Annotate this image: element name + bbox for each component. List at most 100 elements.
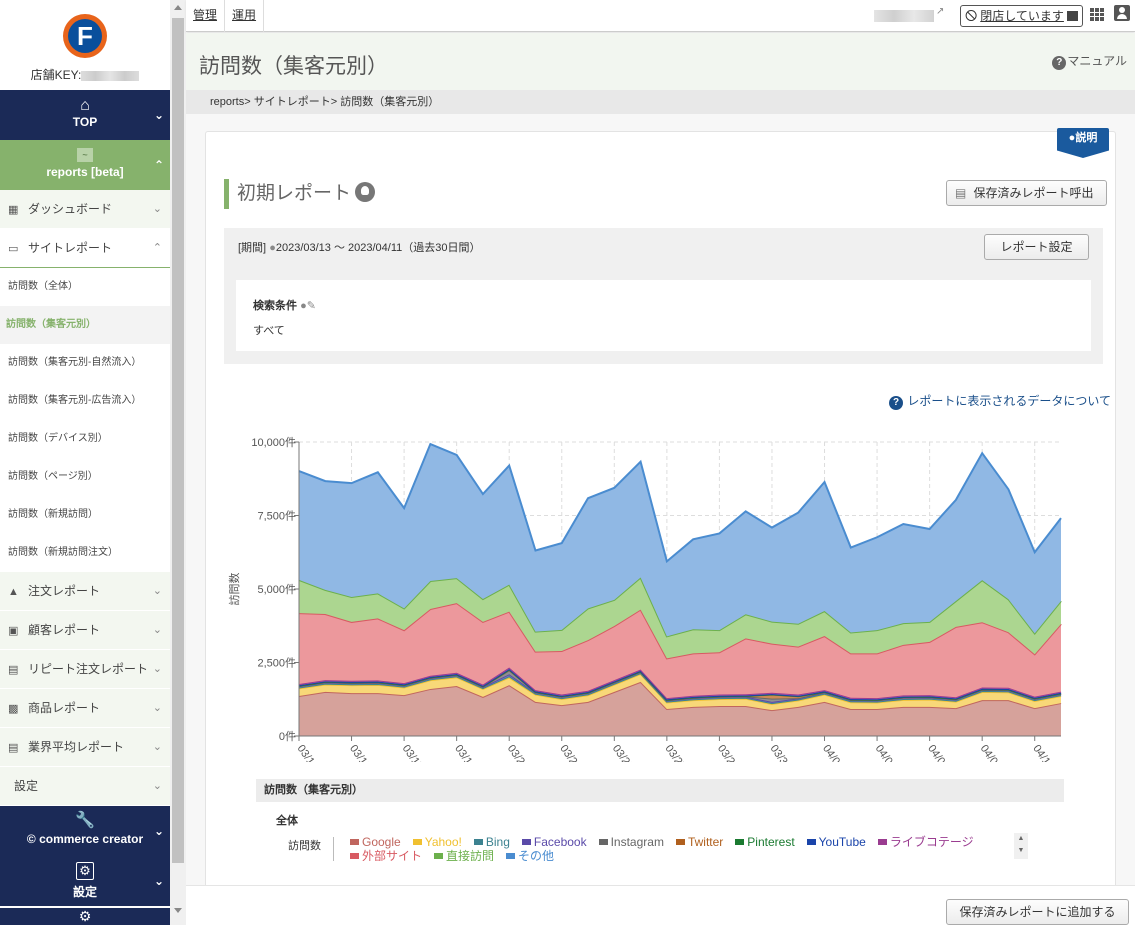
clipboard-icon: ▤ — [8, 664, 19, 676]
sub-item-visits-device[interactable]: 訪問数（デバイス別） — [0, 420, 170, 458]
nav-commerce-creator[interactable]: 🔧 © commerce creator ⌄ — [0, 806, 170, 856]
legend-item[interactable]: YouTube — [806, 835, 866, 849]
lightbulb-icon: ● — [269, 242, 276, 254]
chevron-down-icon: ⌄ — [153, 824, 164, 838]
nav-more[interactable]: ⚙ — [0, 908, 170, 925]
scroll-down-icon[interactable] — [174, 908, 182, 913]
menu-label: サイトレポート — [28, 241, 113, 255]
menu-product-report[interactable]: ▩ 商品レポート ⌄ — [0, 689, 170, 728]
sub-item-visits-new[interactable]: 訪問数（新規訪問） — [0, 496, 170, 534]
visits-area-chart: 0件 2,500件 5,000件 7,500件 10,000件 03/13 03/15 03/… — [227, 436, 1062, 762]
legend-swatch — [675, 839, 685, 845]
lightbulb-icon[interactable]: ● — [300, 300, 307, 312]
chevron-down-icon: ⌄ — [152, 702, 162, 714]
menu-dashboard[interactable]: ▦ ダッシュボード ⌄ — [0, 190, 170, 229]
menu-settings[interactable]: 設定 ⌄ — [0, 767, 170, 806]
menu-industry-report[interactable]: ▤ 業界平均レポート ⌄ — [0, 728, 170, 767]
menu-label: ダッシュボード — [28, 202, 113, 216]
legend-item[interactable]: ライブコテージ — [877, 835, 974, 849]
external-link-icon[interactable]: ↗ — [936, 6, 944, 17]
add-to-saved-reports-button[interactable]: 保存済みレポートに追加する — [946, 899, 1129, 925]
manual-label: マニュアル — [1067, 54, 1127, 68]
user-icon[interactable] — [1114, 5, 1130, 21]
edit-pencil-icon[interactable]: ✎ — [307, 300, 316, 312]
y-axis-label: 訪問数 — [227, 573, 241, 606]
chart-areas — [298, 442, 1062, 736]
x-tick-label: 04/06 — [925, 743, 951, 762]
row-label: 訪問数 — [288, 837, 334, 861]
period-panel: [期間] ●2023/03/13 〜 2023/04/11（過去30日間） レポ… — [224, 228, 1103, 364]
data-info-link[interactable]: ? レポートに表示されるデータについて — [889, 392, 1111, 410]
sub-item-visits-ads[interactable]: 訪問数（集客元別-広告流入） — [0, 382, 170, 420]
sub-item-visits-organic[interactable]: 訪問数（集客元別-自然流入） — [0, 344, 170, 382]
x-tick-label: 04/08 — [978, 743, 1004, 762]
sub-item-visits-page[interactable]: 訪問数（ページ別） — [0, 458, 170, 496]
help-icon: ? — [1052, 56, 1067, 70]
legend-swatch — [521, 839, 531, 845]
search-condition-value: すべて — [253, 325, 285, 337]
legend-item[interactable]: Instagram — [598, 835, 664, 849]
x-tick-label: 04/02 — [820, 743, 846, 762]
chevron-down-icon: ⌄ — [153, 874, 164, 888]
data-info-label: レポートに表示されるデータについて — [907, 394, 1111, 408]
x-tick-label: 03/17 — [400, 743, 426, 762]
nav-top-label: TOP — [72, 115, 98, 129]
scroll-down-icon[interactable]: ▼ — [1014, 845, 1028, 857]
menu-label: 注文レポート — [28, 584, 101, 598]
legend-item[interactable]: Pinterest — [735, 835, 795, 849]
chevron-down-icon: ⌄ — [152, 585, 162, 597]
help-icon: ? — [889, 396, 903, 410]
nav-management[interactable]: 管理 — [186, 0, 226, 32]
apps-grid-icon[interactable] — [1090, 8, 1105, 21]
store-status-button[interactable]: 🛇 閉店しています — [960, 5, 1083, 27]
clipboard-list-icon: ▤ — [8, 742, 19, 754]
legend-swatch — [877, 839, 887, 845]
nav-settings[interactable]: ⚙ 設定 ⌄ — [0, 856, 170, 908]
scroll-up-icon[interactable]: ▲ — [1014, 833, 1028, 845]
chevron-down-icon: ⌄ — [152, 624, 162, 636]
logo-icon[interactable]: F — [63, 14, 107, 58]
legend-item[interactable]: その他 — [506, 849, 554, 861]
legend-item[interactable]: 直接訪問 — [434, 849, 494, 861]
commerce-creator-text: commerce creator — [39, 832, 144, 846]
menu-order-report[interactable]: ▲ 注文レポート ⌄ — [0, 572, 170, 611]
menu-repeat-order-report[interactable]: ▤ リピート注文レポート ⌄ — [0, 650, 170, 689]
menu-customer-report[interactable]: ▣ 顧客レポート ⌄ — [0, 611, 170, 650]
top-bar: 管理 運用 ↗ 🛇 閉店しています — [186, 0, 1135, 32]
home-icon: ⌂ — [80, 97, 90, 114]
nav-commerce-creator-label: © commerce creator — [26, 832, 144, 846]
clipboard-icon: ▤ — [955, 186, 967, 200]
menu-site-report[interactable]: ▭ サイトレポート ⌃ — [0, 229, 170, 268]
sub-item-visits-new-orders[interactable]: 訪問数（新規訪問注文） — [0, 534, 170, 572]
manual-link[interactable]: ? マニュアル — [1052, 52, 1127, 70]
sub-item-visits-all[interactable]: 訪問数（全体） — [0, 268, 170, 306]
scroll-up-icon[interactable] — [174, 5, 182, 10]
nav-top[interactable]: ⌂ TOP ⌄ — [0, 90, 170, 140]
main-content: ●説明 初期レポート ▤ 保存済みレポート呼出 [期間] ●2023/03/13 … — [186, 114, 1135, 925]
legend-swatch — [598, 839, 608, 845]
load-saved-report-button[interactable]: ▤ 保存済みレポート呼出 — [946, 180, 1107, 206]
gear-icon: ⚙ — [78, 908, 92, 924]
legend-swatch — [350, 839, 359, 845]
nav-operation[interactable]: 運用 — [225, 0, 265, 32]
menu-label: 設定 — [14, 779, 39, 793]
legend-item[interactable]: Facebook — [521, 835, 587, 849]
legend-item[interactable]: 外部サイト — [350, 849, 422, 861]
legend-item[interactable]: Google — [350, 835, 401, 849]
legend-item[interactable]: Twitter — [675, 835, 723, 849]
explain-badge[interactable]: ●説明 — [1057, 128, 1109, 158]
legend-item[interactable]: Bing — [473, 835, 510, 849]
page-title: 訪問数（集客元別） — [199, 55, 388, 78]
chevron-down-icon: ⌄ — [153, 108, 164, 122]
nav-reports[interactable]: ~ reports [beta] ⌃ — [0, 140, 170, 190]
sub-item-visits-by-source[interactable]: 訪問数（集客元別） — [0, 306, 170, 344]
store-name-blurred[interactable] — [874, 10, 934, 22]
chevron-down-icon: ⌄ — [152, 203, 162, 215]
legend-item[interactable]: Yahoo! — [412, 835, 462, 849]
chevron-up-icon: ⌃ — [152, 242, 162, 254]
legend-scroller[interactable]: ▲ ▼ — [1014, 833, 1028, 859]
sidebar-scrollbar[interactable] — [170, 0, 186, 925]
scrollbar-thumb[interactable] — [172, 18, 184, 863]
report-settings-button[interactable]: レポート設定 — [984, 234, 1089, 260]
lightbulb-icon[interactable] — [355, 182, 376, 202]
